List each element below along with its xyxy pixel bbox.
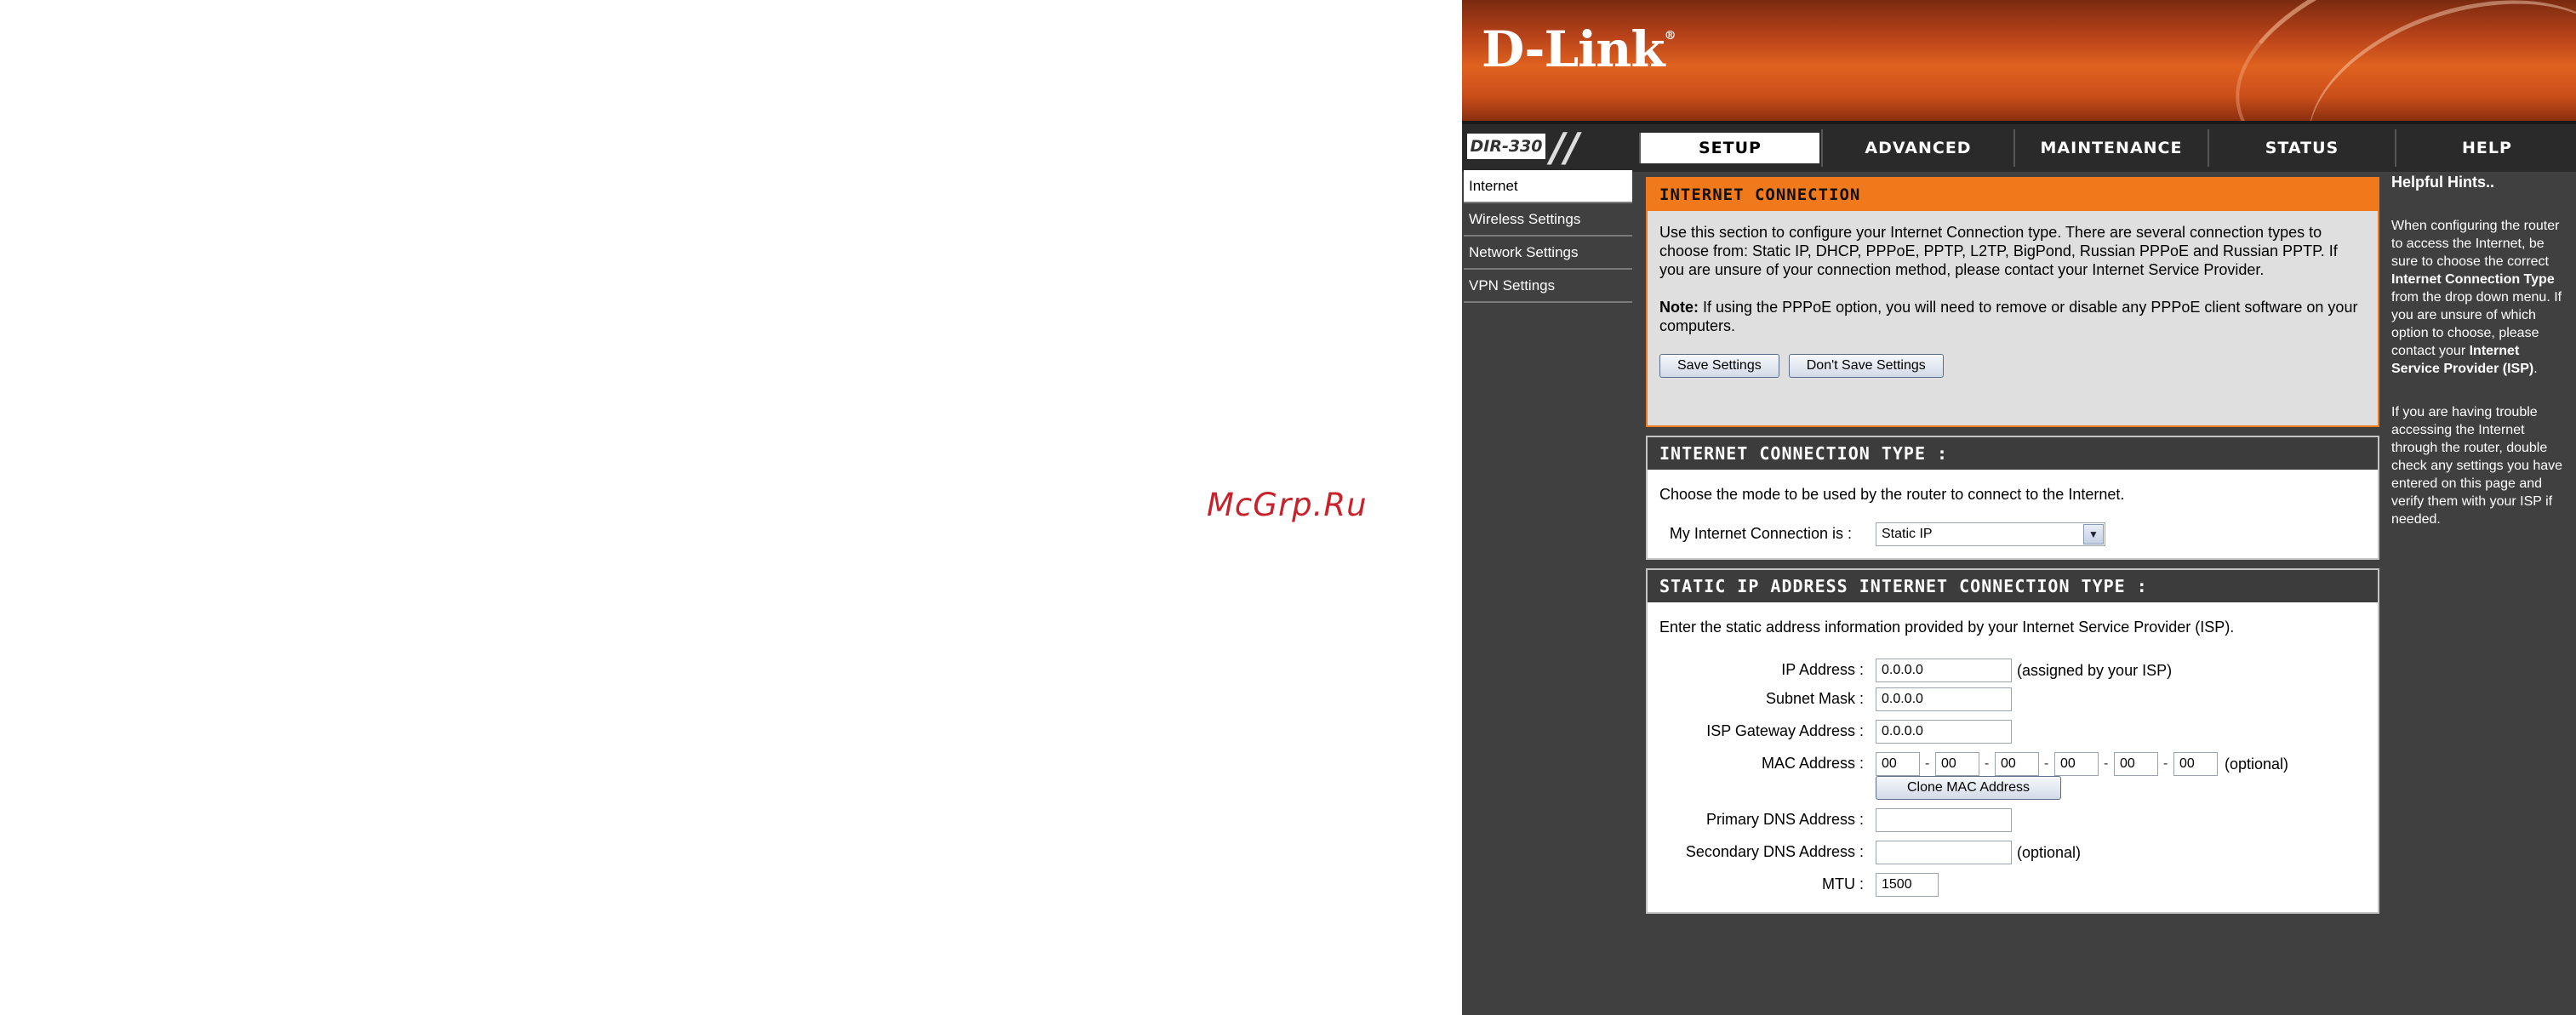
trademark-mark: ®: [1664, 29, 1676, 43]
gateway-label: ISP Gateway Address :: [1706, 722, 1864, 739]
mac-octet-input[interactable]: 00: [2173, 752, 2218, 776]
sidebar-item-internet[interactable]: Internet: [1464, 170, 1632, 203]
connection-type-select[interactable]: Static IP ▼: [1876, 522, 2105, 546]
mac-address-label: MAC Address :: [1761, 755, 1864, 772]
tab-advanced[interactable]: ADVANCED: [1821, 129, 2013, 167]
watermark: McGrp.Ru: [1207, 487, 1368, 523]
mtu-label: MTU :: [1822, 875, 1864, 892]
sidebar-item-network-settings[interactable]: Network Settings: [1464, 237, 1632, 270]
secondary-dns-label: Secondary DNS Address :: [1685, 843, 1864, 860]
connection-type-value: Static IP: [1882, 527, 1933, 541]
mac-octet-input[interactable]: 00: [1935, 752, 1979, 776]
internet-connection-box: INTERNET CONNECTION Use this section to …: [1646, 177, 2379, 427]
mac-optional-note: (optional): [2225, 756, 2289, 773]
help-text: .: [2533, 362, 2538, 376]
secondary-dns-note: (optional): [2017, 844, 2082, 861]
chevron-down-icon[interactable]: ▼: [2083, 524, 2104, 545]
section-title: STATIC IP ADDRESS INTERNET CONNECTION TY…: [1648, 570, 2378, 602]
ip-address-input[interactable]: 0.0.0.0: [1876, 659, 2012, 682]
logo-text: D-Link: [1482, 20, 1665, 78]
note-body: If using the PPPoE option, you will need…: [1659, 299, 2358, 334]
tab-maintenance[interactable]: MAINTENANCE: [2013, 129, 2208, 167]
static-ip-desc: Enter the static address information pro…: [1659, 619, 2235, 636]
mac-separator: -: [2044, 756, 2049, 771]
main-content: INTERNET CONNECTION Use this section to …: [1646, 177, 2379, 922]
dlink-logo: D-Link®: [1482, 20, 1676, 78]
primary-dns-input[interactable]: [1876, 808, 2012, 832]
help-paragraph: If you are having trouble accessing the …: [2391, 405, 2563, 527]
mtu-input[interactable]: 1500: [1876, 873, 1939, 897]
ip-address-note: (assigned by your ISP): [2017, 662, 2173, 679]
top-nav: DIR-330 // SETUP ADVANCED MAINTENANCE ST…: [1462, 121, 2576, 172]
mac-separator: -: [2104, 756, 2109, 771]
tab-help[interactable]: HELP: [2395, 129, 2576, 167]
mac-octet-input[interactable]: 00: [1995, 752, 2039, 776]
sidebar: Internet Wireless Settings Network Setti…: [1464, 170, 1632, 303]
intro-text: Use this section to configure your Inter…: [1659, 224, 2338, 278]
section-title: INTERNET CONNECTION TYPE :: [1648, 437, 2378, 470]
mac-octet-input[interactable]: 00: [2114, 752, 2158, 776]
help-paragraph: When configuring the router to access th…: [2391, 217, 2569, 378]
help-title: Helpful Hints..: [2391, 174, 2494, 191]
header-banner: D-Link®: [1462, 0, 2576, 121]
mac-octet-input[interactable]: 00: [2054, 752, 2099, 776]
mac-octet-input[interactable]: 00: [1876, 752, 1920, 776]
dont-save-settings-button[interactable]: Don't Save Settings: [1788, 354, 1944, 378]
primary-dns-label: Primary DNS Address :: [1705, 811, 1864, 828]
tab-setup[interactable]: SETUP: [1639, 133, 1819, 163]
note-text: Note: If using the PPPoE option, you wil…: [1659, 298, 2366, 335]
note-label: Note:: [1659, 299, 1699, 316]
subnet-mask-input[interactable]: 0.0.0.0: [1876, 687, 2012, 711]
mac-separator: -: [1925, 756, 1930, 771]
model-badge: DIR-330: [1467, 134, 1545, 159]
help-emphasis: Internet Connection Type: [2391, 272, 2555, 287]
sidebar-item-wireless-settings[interactable]: Wireless Settings: [1464, 203, 1632, 237]
gateway-input[interactable]: 0.0.0.0: [1876, 720, 2012, 744]
static-ip-box: STATIC IP ADDRESS INTERNET CONNECTION TY…: [1646, 568, 2379, 914]
ip-address-label: IP Address :: [1781, 661, 1864, 678]
help-text: When configuring the router to access th…: [2391, 219, 2560, 269]
connection-type-desc: Choose the mode to be used by the router…: [1659, 486, 2125, 503]
tab-status[interactable]: STATUS: [2208, 129, 2395, 167]
subnet-mask-label: Subnet Mask :: [1765, 690, 1864, 707]
connection-type-label: My Internet Connection is :: [1669, 525, 1852, 542]
save-settings-button[interactable]: Save Settings: [1659, 354, 1779, 378]
router-admin-page: D-Link® DIR-330 // SETUP ADVANCED MAINTE…: [1462, 0, 2576, 1015]
connection-type-box: INTERNET CONNECTION TYPE : Choose the mo…: [1646, 436, 2379, 560]
clone-mac-button[interactable]: Clone MAC Address: [1876, 776, 2061, 800]
secondary-dns-input[interactable]: [1876, 841, 2012, 864]
model-slash-icon: //: [1551, 124, 1579, 170]
mac-separator: -: [1985, 756, 1990, 771]
mac-separator: -: [2163, 756, 2168, 771]
help-panel: Helpful Hints.. When configuring the rou…: [2388, 170, 2576, 554]
sidebar-item-vpn-settings[interactable]: VPN Settings: [1464, 270, 1632, 303]
section-title: INTERNET CONNECTION: [1648, 179, 2378, 211]
